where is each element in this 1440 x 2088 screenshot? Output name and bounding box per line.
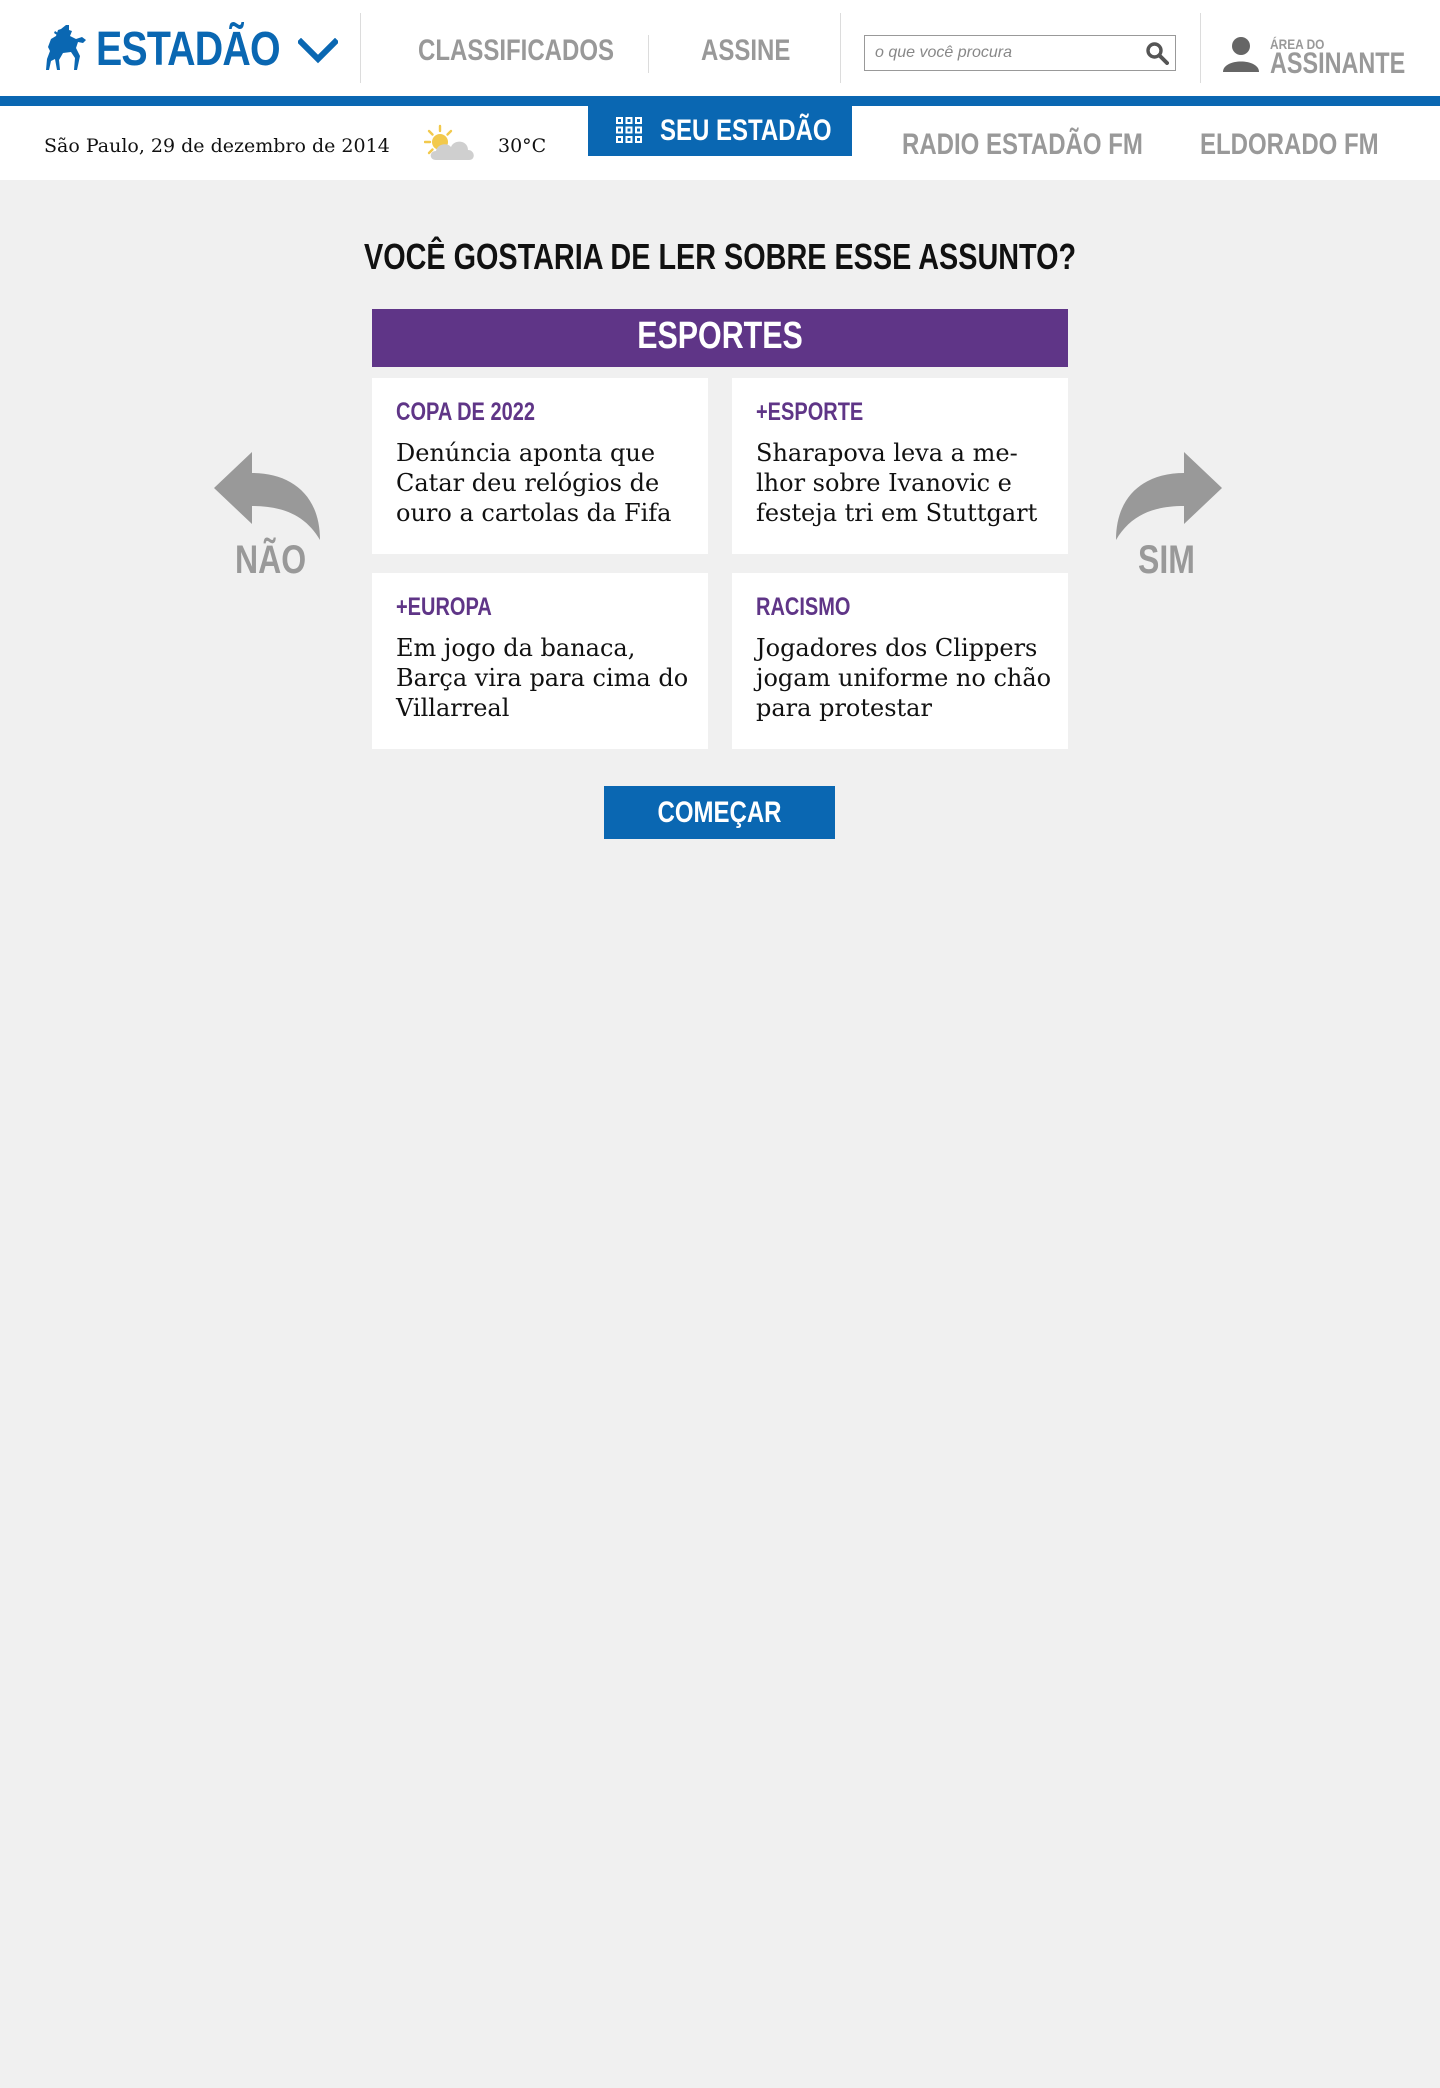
reply-arrow-icon (214, 452, 320, 540)
start-button[interactable]: COMEÇAR (604, 786, 835, 839)
date-location: São Paulo, 29 de dezembro de 2014 (44, 135, 390, 157)
nav-divider (648, 35, 649, 73)
header-divider (360, 13, 361, 83)
header-divider (1200, 13, 1201, 83)
no-button[interactable]: NÃO (214, 452, 324, 582)
start-button-label: COMEÇAR (657, 795, 782, 829)
article-title: Denúncia aponta que Catar deu relógios d… (396, 439, 672, 527)
chevron-down-icon[interactable] (298, 38, 338, 64)
forward-arrow-icon (1116, 452, 1222, 540)
grid-icon (616, 117, 642, 143)
article-tag: +EUROPA (396, 593, 492, 621)
article-card[interactable]: +EUROPA Em jogo da banaca, Barça vira pa… (372, 573, 708, 749)
search-icon[interactable] (1145, 41, 1169, 65)
partly-cloudy-icon (424, 124, 474, 160)
sub-navigation-bar: São Paulo, 29 de dezembro de 2014 30°C S… (0, 106, 1440, 180)
question-heading: VOCÊ GOSTARIA DE LER SOBRE ESSE ASSUNTO? (0, 236, 1440, 278)
header-divider (840, 13, 841, 83)
temperature: 30°C (498, 135, 547, 157)
article-tag: +ESPORTE (756, 398, 864, 426)
search-input[interactable] (875, 36, 1135, 70)
article-title: Em jogo da banaca, Barça vira para cima … (396, 634, 689, 722)
article-card[interactable]: RACISMO Jogadores dos Clippers jogam uni… (732, 573, 1068, 749)
seu-estadao-button[interactable]: SEU ESTADÃO (588, 106, 852, 156)
header-blue-rule (0, 96, 1440, 106)
horse-rider-icon (46, 25, 86, 70)
nav-classificados[interactable]: CLASSIFICADOS (418, 34, 614, 68)
site-header: ESTADÃO CLASSIFICADOS ASSINE ÁREA DO ASS… (0, 0, 1440, 96)
article-title: Sharapova leva a me­lhor sobre Ivanovic … (756, 439, 1038, 527)
estadao-logo[interactable]: ESTADÃO (44, 22, 320, 76)
article-tag: COPA DE 2022 (396, 398, 535, 426)
seu-estadao-label: SEU ESTADÃO (660, 114, 832, 147)
question-text: VOCÊ GOSTARIA DE LER SOBRE ESSE ASSUNTO? (363, 236, 1077, 277)
article-tag: RACISMO (756, 593, 851, 621)
no-label: NÃO (235, 538, 307, 582)
article-card[interactable]: COPA DE 2022 Denúncia aponta que Catar d… (372, 378, 708, 554)
logo-text: ESTADÃO (96, 22, 281, 76)
user-icon[interactable] (1222, 36, 1260, 72)
article-card[interactable]: +ESPORTE Sharapova leva a me­lhor sobre … (732, 378, 1068, 554)
topic-label: ESPORTES (637, 315, 803, 357)
nav-assine[interactable]: ASSINE (701, 34, 790, 68)
nav-eldorado-fm[interactable]: ELDORADO FM (1200, 128, 1379, 162)
yes-button[interactable]: SIM (1116, 452, 1226, 582)
account-label-assinante[interactable]: ASSINANTE (1270, 47, 1405, 81)
nav-radio-estadao-fm[interactable]: RADIO ESTADÃO FM (902, 128, 1143, 162)
article-title: Jogadores dos Clippers jogam uniforme no… (756, 634, 1052, 722)
search-box (864, 35, 1176, 71)
topic-header: ESPORTES (372, 309, 1068, 367)
yes-label: SIM (1138, 538, 1195, 582)
